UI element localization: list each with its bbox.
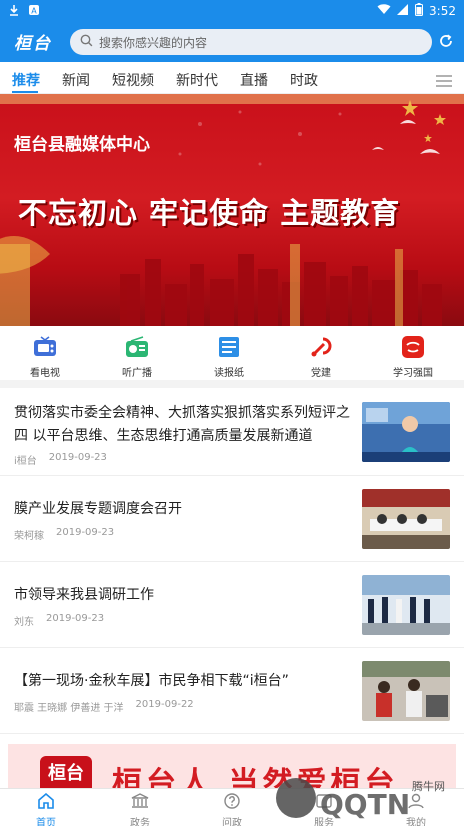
nav-label: 首页 — [36, 818, 56, 826]
party-emblem-icon — [309, 336, 333, 358]
search-icon — [80, 34, 99, 50]
menu-icon[interactable] — [436, 72, 452, 91]
news-date: 2019-09-22 — [135, 699, 194, 710]
watermark-logo-icon — [276, 778, 316, 818]
home-icon — [37, 792, 55, 813]
news-meta: 刘东 2019-09-23 — [14, 613, 104, 628]
news-date: 2019-09-23 — [46, 613, 105, 624]
app-notification-icon: A — [28, 4, 40, 20]
tab-news[interactable]: 新闻 — [62, 70, 90, 90]
banner-org-title: 桓台县融媒体中心 — [14, 135, 150, 155]
download-icon — [8, 4, 20, 20]
news-item[interactable]: 市领导来我县调研工作 刘东 2019-09-23 — [0, 562, 464, 648]
quick-link-newspaper[interactable]: 读报纸 — [194, 336, 264, 379]
news-meta: i桓台 2019-09-23 — [14, 452, 107, 467]
news-meta: 荣柯稼 2019-09-23 — [14, 527, 114, 542]
tab-politics[interactable]: 时政 — [290, 70, 318, 90]
quick-link-label: 听广播 — [122, 368, 152, 379]
hero-banner[interactable]: 桓台县融媒体中心 不忘初心 牢记使命 主题教育 — [0, 94, 464, 326]
quick-links: 看电视 听广播 读报纸 党建 学习强国 — [0, 332, 464, 388]
news-title: 膜产业发展专题调度会召开 — [14, 501, 182, 517]
svg-text:A: A — [31, 7, 37, 16]
banner-slogan: 不忘初心 牢记使命 主题教育 — [18, 196, 401, 230]
watermark: QQTN 腾牛网 — [276, 776, 456, 822]
news-item[interactable]: 贯彻落实市委全会精神、大抓落实狠抓落实系列短评之四 以平台思维、生态思维打通高质… — [0, 390, 464, 476]
tv-icon — [33, 336, 57, 358]
news-date: 2019-09-23 — [56, 527, 115, 538]
search-input[interactable]: 搜索你感兴趣的内容 — [70, 29, 432, 55]
quick-link-party[interactable]: 党建 — [286, 336, 356, 379]
news-item[interactable]: 【第一现场·金秋车展】市民争相下载“i桓台” 耶震 王晓娜 伊善进 于洋 201… — [0, 648, 464, 734]
nav-home[interactable]: 首页 — [16, 792, 76, 826]
quick-link-xuexi[interactable]: 学习强国 — [378, 336, 448, 379]
tab-short-video[interactable]: 短视频 — [112, 70, 154, 90]
news-thumbnail — [362, 402, 450, 462]
refresh-icon[interactable] — [438, 33, 454, 53]
wifi-icon — [377, 4, 391, 18]
radio-icon — [125, 336, 149, 358]
nav-inquiry[interactable]: 问政 — [202, 793, 262, 826]
status-time: 3:52 — [429, 4, 456, 18]
tab-recommend[interactable]: 推荐 — [12, 70, 40, 90]
news-source: 刘东 — [14, 617, 34, 628]
tab-new-era[interactable]: 新时代 — [176, 70, 218, 90]
watermark-subtext: 腾牛网 — [412, 780, 445, 793]
news-title: 【第一现场·金秋车展】市民争相下载“i桓台” — [14, 673, 289, 689]
quick-link-radio[interactable]: 听广播 — [102, 336, 172, 379]
search-placeholder: 搜索你感兴趣的内容 — [99, 35, 208, 50]
news-source: 耶震 王晓娜 伊善进 于洋 — [14, 703, 124, 714]
question-icon — [223, 793, 241, 813]
quick-link-label: 学习强国 — [393, 368, 433, 379]
signal-icon — [397, 4, 409, 18]
tab-live[interactable]: 直播 — [240, 70, 268, 90]
category-tabs: 推荐 新闻 短视频 新时代 直播 时政 — [0, 62, 464, 94]
news-item[interactable]: 膜产业发展专题调度会召开 荣柯稼 2019-09-23 — [0, 476, 464, 562]
quick-link-label: 读报纸 — [214, 368, 244, 379]
quick-link-label: 看电视 — [30, 368, 60, 379]
news-date: 2019-09-23 — [48, 452, 107, 463]
nav-label: 政务 — [130, 818, 150, 826]
active-tab-indicator — [12, 91, 38, 93]
battery-icon — [415, 3, 424, 19]
news-title: 贯彻落实市委全会精神、大抓落实狠抓落实系列短评之四 以平台思维、生态思维打通高质… — [14, 405, 350, 444]
newspaper-icon — [217, 336, 241, 358]
watermark-text: QQTN — [320, 788, 411, 821]
app-bar: 桓台 搜索你感兴趣的内容 — [0, 22, 464, 62]
nav-government[interactable]: 政务 — [110, 793, 170, 826]
news-thumbnail — [362, 661, 450, 721]
quick-link-label: 党建 — [311, 368, 331, 379]
promo-logo: 桓台 — [40, 756, 92, 788]
news-thumbnail — [362, 575, 450, 635]
government-building-icon — [131, 793, 149, 813]
nav-label: 问政 — [222, 818, 242, 826]
xuexi-qiangguo-icon — [401, 336, 425, 358]
status-bar: A 3:52 — [0, 0, 464, 22]
news-source: i桓台 — [14, 456, 37, 467]
quick-link-tv[interactable]: 看电视 — [10, 336, 80, 379]
news-title: 市领导来我县调研工作 — [14, 587, 154, 603]
news-meta: 耶震 王晓娜 伊善进 于洋 2019-09-22 — [14, 699, 194, 714]
app-logo: 桓台 — [14, 34, 52, 54]
news-thumbnail — [362, 489, 450, 549]
news-source: 荣柯稼 — [14, 531, 44, 542]
